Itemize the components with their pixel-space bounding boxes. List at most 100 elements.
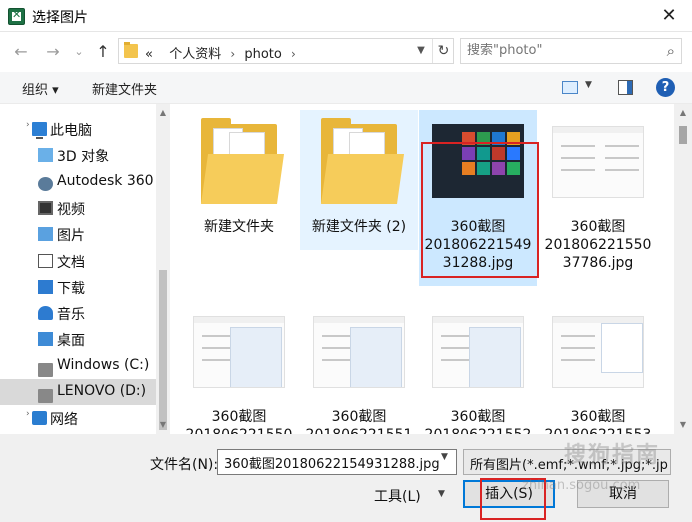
breadcrumb-item-profile[interactable]: 个人资料 [169,43,221,62]
navigation-pane: › 此电脑 3D 对象 Autodesk 360 视频图片文档下载音乐桌面 Windows… [0,104,170,434]
search-input[interactable] [467,43,647,58]
downloads-icon [38,279,53,294]
scroll-down-icon[interactable]: ▼ [156,420,170,429]
filename-input[interactable] [217,449,457,475]
forward-arrow-icon[interactable]: → [42,41,64,63]
chevron-down-icon[interactable]: ▼ [585,80,592,90]
up-arrow-icon[interactable]: ↑ [92,41,114,63]
folder-icon [311,114,407,210]
image-file-item[interactable]: 360截图20180622155124674.jpg [300,300,418,434]
sidebar-item[interactable]: 下载 [0,274,156,300]
sidebar-item-label: 音乐 [57,307,85,324]
chevron-down-icon[interactable]: ▼ [411,39,431,63]
file-name-line: 360截图 [331,409,387,425]
highlight-frame [421,142,539,278]
image-file-item[interactable]: 360截图 201806221550 37786.jpg [539,110,657,286]
search-box[interactable]: ⌕ [460,38,682,64]
image-file-item[interactable]: 360截图20180622155046513.jpg [180,300,298,434]
file-name-line: 360截图 [570,409,626,425]
chevron-right-icon[interactable]: › [26,120,30,130]
image-thumbnail [311,304,407,400]
sidebar-item[interactable]: 文档 [0,248,156,274]
sidebar-item-label: 3D 对象 [57,149,110,166]
scroll-up-icon[interactable]: ▲ [156,108,170,117]
sidebar-item-label: 桌面 [57,333,85,350]
help-icon[interactable]: ? [656,78,675,97]
back-arrow-icon[interactable]: ← [10,41,32,63]
sidebar-item-label: 网络 [50,412,78,429]
breadcrumb-prefix[interactable]: « [145,47,153,62]
address-bar[interactable]: « 个人资料 › photo › ▼ ↻ [118,38,454,64]
image-file-item[interactable]: 360截图20180622155216790.jpg [419,300,537,434]
file-name-line: 360截图 [450,409,506,425]
file-name: 360截图 201806221550 37786.jpg [539,218,657,272]
scroll-up-icon[interactable]: ▲ [674,108,692,117]
sidebar-item-label: 下载 [57,280,85,297]
breadcrumb: « 个人资料 › photo › [145,43,301,62]
drive-icon [38,362,53,377]
close-button[interactable]: ✕ [646,0,692,32]
file-name-line: 37786.jpg [562,255,634,271]
scroll-down-icon[interactable]: ▼ [674,420,692,429]
new-folder-button[interactable]: 新建文件夹 [92,79,157,98]
sidebar-item[interactable]: › 此电脑 [0,116,156,142]
image-thumbnail [191,304,287,400]
sidebar-item-label: 图片 [57,228,85,245]
scrollbar-thumb[interactable] [159,270,167,430]
file-list-scrollbar[interactable]: ▲ ▼ [674,104,692,434]
file-name-line: 201806221551 [300,426,418,434]
file-name: 360截图20180622155216790.jpg [419,408,537,434]
folder-icon [124,42,138,58]
recent-locations-icon[interactable]: ⌄ [68,41,90,63]
chevron-right-icon[interactable]: › [26,409,30,419]
folder-item[interactable]: 新建文件夹 [180,110,298,250]
sidebar-item[interactable]: › 网络 [0,405,156,431]
refresh-icon[interactable]: ↻ [432,39,454,63]
search-icon[interactable]: ⌕ [667,42,675,60]
image-file-item[interactable]: 360截图20180622155346690.jpg [539,300,657,434]
chevron-right-icon[interactable]: › [225,47,240,61]
tools-button[interactable]: 工具(L) [374,486,421,506]
navigation-pane-scrollbar[interactable]: ▲ ▼ [156,104,170,434]
view-options-icon[interactable] [562,81,578,94]
sidebar-item-label: 文档 [57,254,85,271]
file-name: 新建文件夹 [180,218,298,236]
sidebar-item[interactable]: LENOVO (D:) [0,379,156,405]
sidebar-item[interactable]: Windows (C:) [0,353,156,379]
window-title: 选择图片 [32,10,88,26]
file-name-line: 新建文件夹 [204,219,274,235]
chevron-down-icon[interactable]: ▼ [441,452,448,462]
documents-icon [38,253,53,268]
chevron-right-icon[interactable]: › [286,47,301,61]
file-name: 360截图20180622155346690.jpg [539,408,657,434]
folder-icon [191,114,287,210]
file-name-line: 新建文件夹 (2) [311,219,407,235]
file-name: 360截图20180622155046513.jpg [180,408,298,434]
sidebar-item-label: Windows (C:) [57,356,150,373]
file-list: 新建文件夹 新建文件夹 (2) 360截图 201806221549 31288.jpg… [170,104,674,434]
sidebar-item[interactable]: 桌面 [0,326,156,352]
sidebar-item[interactable]: Autodesk 360 [0,169,156,195]
image-thumbnail [550,304,646,400]
sidebar-item-label: 视频 [57,201,85,218]
chevron-down-icon[interactable]: ▼ [438,489,445,499]
cloud-icon [38,176,53,191]
file-name-line: 201806221553 [539,426,657,434]
pictures-icon [38,227,53,242]
file-name-line: 360截图 [570,219,626,235]
image-thumbnail [550,114,646,210]
breadcrumb-item-photo[interactable]: photo [244,47,282,62]
file-name-line: 201806221550 [180,426,298,434]
video-icon [38,200,53,215]
preview-pane-icon[interactable] [618,80,633,95]
sidebar-item-label: Autodesk 360 [57,172,154,189]
sidebar-item[interactable]: 3D 对象 [0,142,156,168]
sidebar-item[interactable]: 音乐 [0,300,156,326]
sidebar-item-label: LENOVO (D:) [57,383,147,399]
sidebar-item[interactable]: 图片 [0,221,156,247]
scrollbar-thumb[interactable] [679,126,687,144]
folder-item[interactable]: 新建文件夹 (2) [300,110,418,250]
sidebar-item[interactable]: 视频 [0,195,156,221]
file-name: 新建文件夹 (2) [300,218,418,236]
organize-button[interactable]: 组织 ▾ [22,79,59,98]
